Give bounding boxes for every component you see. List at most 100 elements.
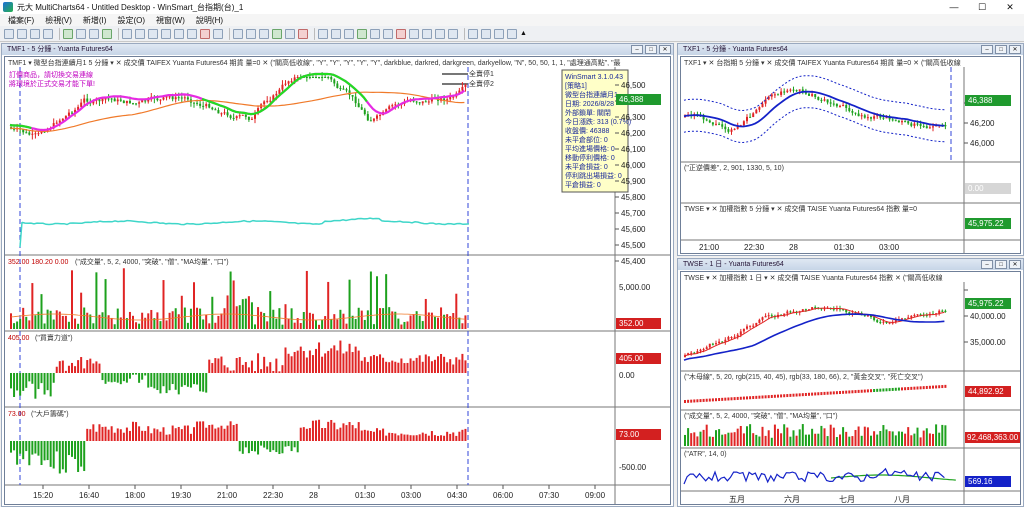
maximize-button[interactable]: ☐ [968,0,996,14]
zoom-in-icon[interactable] [468,28,478,39]
left-chart-area[interactable]: TMF1 ▾ 微型台指連續月1 5 分鐘 ▾ ✕ 成交價 TAIFEX Yuan… [4,56,671,505]
hand-icon[interactable] [161,28,171,39]
close-button[interactable]: ✕ [996,0,1024,14]
draw-icon[interactable] [233,28,243,39]
open-icon[interactable] [17,28,27,39]
position-icon[interactable] [435,28,445,39]
rt-candle-body [839,105,841,107]
bigplayer-bar [412,435,415,441]
candle-body [388,106,391,110]
format-icon[interactable] [370,28,380,39]
new-icon[interactable] [4,28,14,39]
volume-bar [46,309,49,329]
candle-body [25,132,28,134]
zoom-icon[interactable] [148,28,158,39]
arc-icon[interactable] [285,28,295,39]
menu-settings[interactable]: 設定(O) [117,15,145,26]
left-maximize-button[interactable]: □ [645,45,657,54]
bigplayer-bar [250,441,253,451]
indicator-icon[interactable] [357,28,367,39]
crosshair-icon[interactable] [135,28,145,39]
candle-icon[interactable] [331,28,341,39]
rb-ma-bar [832,391,835,395]
strategy-icon[interactable] [102,28,112,39]
candle-body [122,100,125,104]
chart-icon[interactable] [63,28,73,39]
rb-minimize-button[interactable]: – [981,260,993,269]
rb-volume-bar [944,425,947,446]
rb-ma-bar [901,387,903,391]
delete-icon[interactable] [298,28,308,39]
rb-ma-bar [755,395,758,399]
zoom-out-icon[interactable] [481,28,491,39]
dom-icon[interactable] [409,28,419,39]
rb-volume-bar [829,424,832,446]
save-icon[interactable] [30,28,40,39]
right-top-chart-svg[interactable]: TXF1 ▾ ✕ 台指期 5 分鐘 ▾ ✕ 成交價 TAIFEX Yuanta … [681,57,1021,254]
line-tool-icon[interactable] [174,28,184,39]
line-chart-icon[interactable] [344,28,354,39]
menu-file[interactable]: 檔案(F) [8,15,34,26]
menu-window[interactable]: 視窗(W) [156,15,185,26]
scanner-icon[interactable] [76,28,86,39]
power-bar [342,353,345,373]
left-chart-svg[interactable]: TMF1 ▾ 微型台指連續月1 5 分鐘 ▾ ✕ 成交價 TAIFEX Yuan… [5,57,671,505]
volume-bar [217,315,220,329]
bigplayer-bar [348,422,351,441]
rect-icon[interactable] [259,28,269,39]
account-icon[interactable] [448,28,458,39]
print-icon[interactable] [43,28,53,39]
rb-ma-bar [808,392,810,396]
candle-body [83,98,86,103]
power-bar [406,362,409,373]
toolbar-arrow[interactable]: ▲ [520,30,527,37]
arrow-tool-icon[interactable] [213,28,223,39]
scroll-icon[interactable] [494,28,504,39]
rt-candle-body [845,105,848,108]
rb-candle-body [879,322,882,324]
right-top-chart-area[interactable]: TXF1 ▾ ✕ 台指期 5 分鐘 ▾ ✕ 成交價 TAIFEX Yuanta … [680,56,1021,254]
volume-bar [77,323,80,329]
alert-icon[interactable] [396,28,406,39]
rb-ma-bar [792,393,795,397]
rt-close-button[interactable]: ✕ [1009,45,1021,54]
candle-body [424,101,427,103]
left-minimize-button[interactable]: – [631,45,643,54]
settings-icon[interactable] [507,28,517,39]
rt-candle-body [870,117,872,119]
rb-maximize-button[interactable]: □ [995,260,1007,269]
power-bar [394,361,397,373]
bar-type-icon[interactable] [318,28,328,39]
rb-close-button[interactable]: ✕ [1009,260,1021,269]
order-icon[interactable] [422,28,432,39]
ellipse-icon[interactable] [272,28,282,39]
text-tool-icon[interactable] [200,28,210,39]
quote-icon[interactable] [89,28,99,39]
volume-bar [159,321,162,329]
menu-view[interactable]: 檢視(V) [45,15,72,26]
minimize-button[interactable]: — [940,0,968,14]
volume-bar [211,296,214,329]
candle-body [174,97,177,100]
left-close-button[interactable]: ✕ [659,45,671,54]
menu-insert[interactable]: 新增(I) [83,15,107,26]
right-bottom-chart-svg[interactable]: TWSE ▾ ✕ 加權指數 1 日 ▾ ✕ 成交價 TAISE Yuanta F… [681,272,1021,505]
rt-minimize-button[interactable]: – [981,45,993,54]
bigplayer-bar [394,433,397,441]
toolbar-divider [59,27,60,40]
rb-ma-bar [904,387,907,391]
power-bar [360,360,363,373]
cursor-icon[interactable] [122,28,132,39]
refresh-icon[interactable] [383,28,393,39]
volume-bar [205,314,208,329]
rb-ma-bar [870,389,872,393]
power-bar [430,361,433,373]
fibonacci-icon[interactable] [187,28,197,39]
power-bar [13,373,16,398]
volume-bar [321,319,324,329]
menu-help[interactable]: 說明(H) [196,15,223,26]
bigplayer-bar [238,441,241,452]
rt-maximize-button[interactable]: □ [995,45,1007,54]
right-bottom-chart-area[interactable]: TWSE ▾ ✕ 加權指數 1 日 ▾ ✕ 成交價 TAISE Yuanta F… [680,271,1021,505]
channel-icon[interactable] [246,28,256,39]
